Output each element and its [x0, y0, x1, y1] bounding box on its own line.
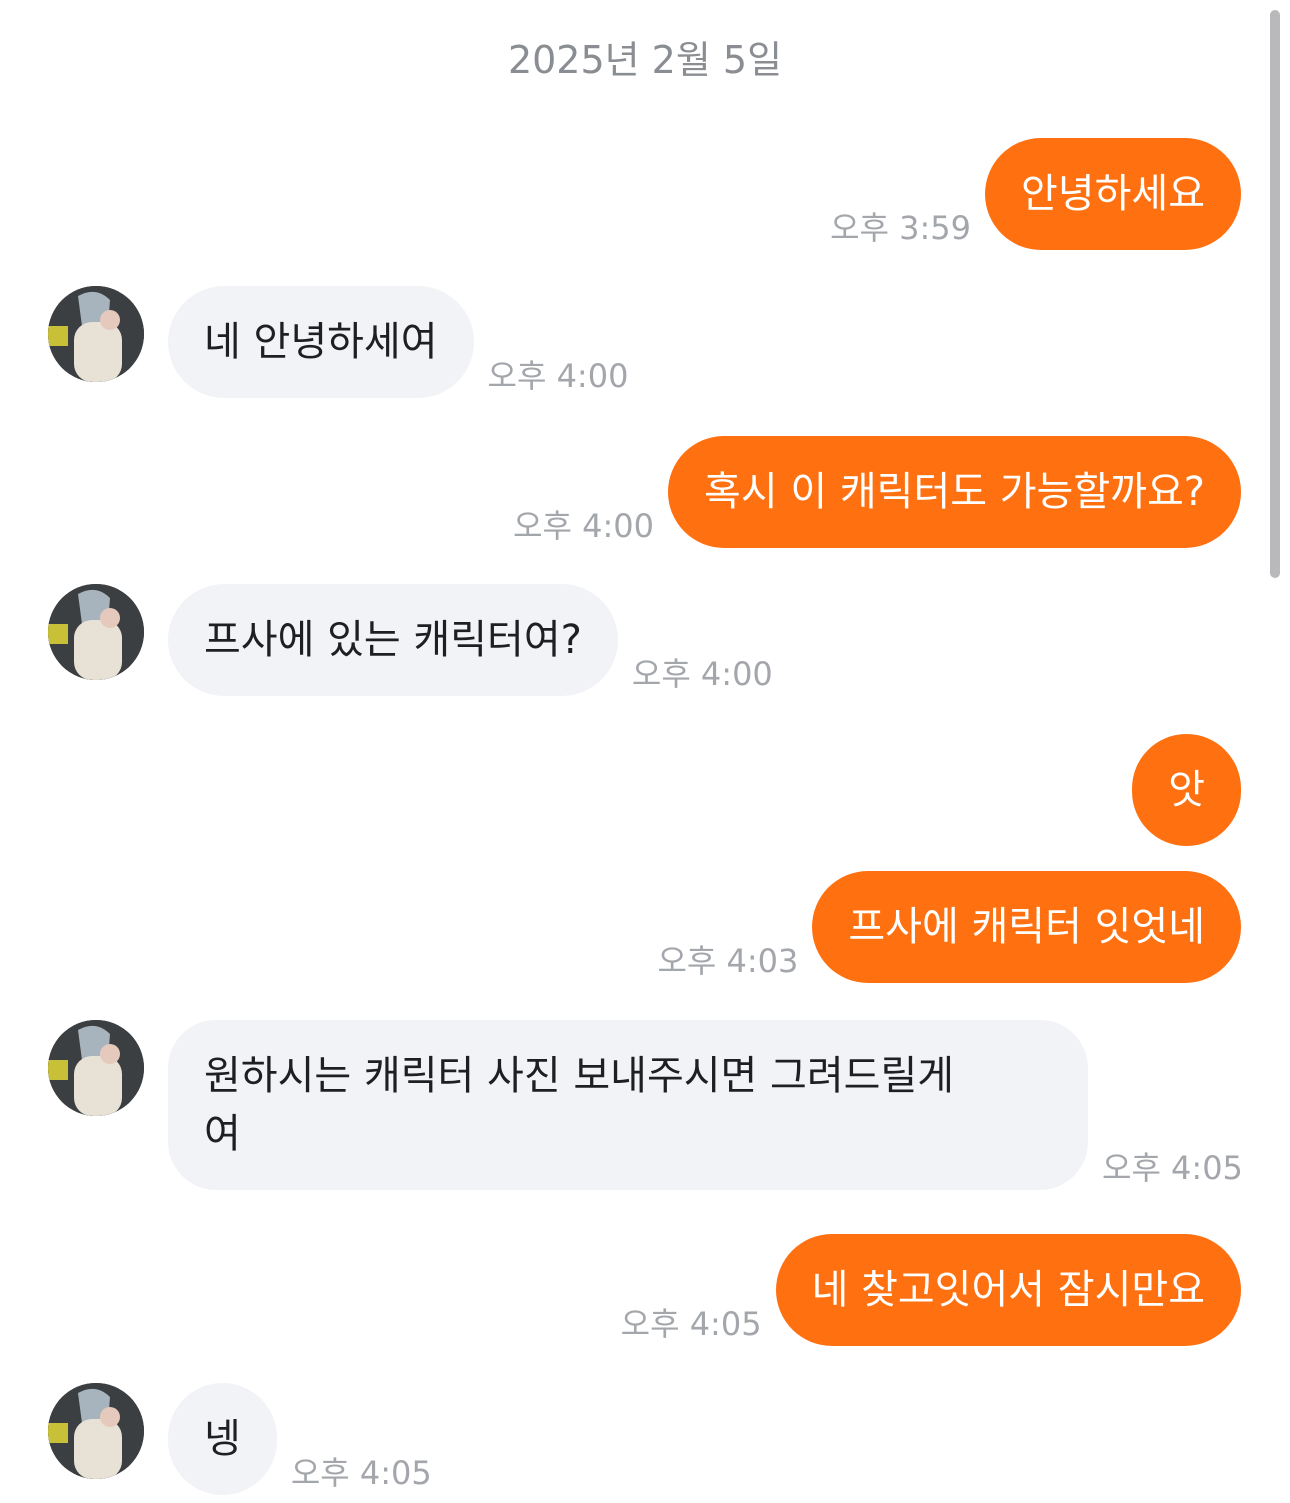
plush-doll-avatar-icon [48, 1383, 144, 1479]
message-timestamp: 오후 4:05 [1102, 1149, 1243, 1187]
plush-doll-avatar-icon [48, 1020, 144, 1116]
message-bubble[interactable]: 네 찾고잇어서 잠시만요 [775, 1234, 1241, 1346]
message-timestamp: 오후 4:05 [290, 1454, 432, 1492]
message-timestamp: 오후 3:59 [830, 209, 971, 247]
message-sent: 오후 4:03 프사에 캐릭터 잇엇네 [657, 871, 1241, 983]
plush-doll-avatar-icon [48, 286, 144, 382]
avatar[interactable] [48, 1020, 144, 1116]
message-timestamp: 오후 4:05 [620, 1305, 762, 1343]
avatar[interactable] [48, 1383, 144, 1479]
message-timestamp: 오후 4:00 [513, 507, 655, 545]
message-received: 원하시는 캐릭터 사진 보내주시면 그려드릴게 여 오후 4:05 [48, 1020, 1243, 1190]
message-received: 프사에 있는 캐릭터여? 오후 4:00 [48, 584, 773, 696]
message-timestamp: 오후 4:00 [631, 655, 773, 693]
message-received: 넹 오후 4:05 [48, 1383, 432, 1495]
message-sent: 오후 4:00 혹시 이 캐릭터도 가능할까요? [513, 436, 1241, 548]
message-bubble[interactable]: 프사에 있는 캐릭터여? [168, 584, 618, 696]
message-sent: 오후 4:05 네 찾고잇어서 잠시만요 [621, 1234, 1241, 1346]
message-sent: 오후 3:59 안녕하세요 [830, 138, 1241, 250]
message-bubble[interactable]: 원하시는 캐릭터 사진 보내주시면 그려드릴게 여 [168, 1020, 1088, 1190]
message-bubble[interactable]: 앗 [1132, 734, 1241, 846]
message-bubble[interactable]: 혹시 이 캐릭터도 가능할까요? [668, 436, 1241, 548]
message-received: 네 안녕하세여 오후 4:00 [48, 286, 628, 398]
message-bubble[interactable]: 프사에 캐릭터 잇엇네 [812, 871, 1241, 983]
message-sent: 앗 [1132, 734, 1241, 846]
message-bubble[interactable]: 안녕하세요 [985, 138, 1241, 250]
message-bubble[interactable]: 네 안녕하세여 [168, 286, 474, 398]
scrollbar[interactable] [1270, 10, 1280, 578]
message-timestamp: 오후 4:03 [657, 942, 799, 980]
avatar[interactable] [48, 584, 144, 680]
date-separator: 2025년 2월 5일 [507, 38, 783, 82]
message-bubble[interactable]: 넹 [168, 1383, 277, 1495]
message-timestamp: 오후 4:00 [487, 357, 629, 395]
avatar[interactable] [48, 286, 144, 382]
plush-doll-avatar-icon [48, 584, 144, 680]
